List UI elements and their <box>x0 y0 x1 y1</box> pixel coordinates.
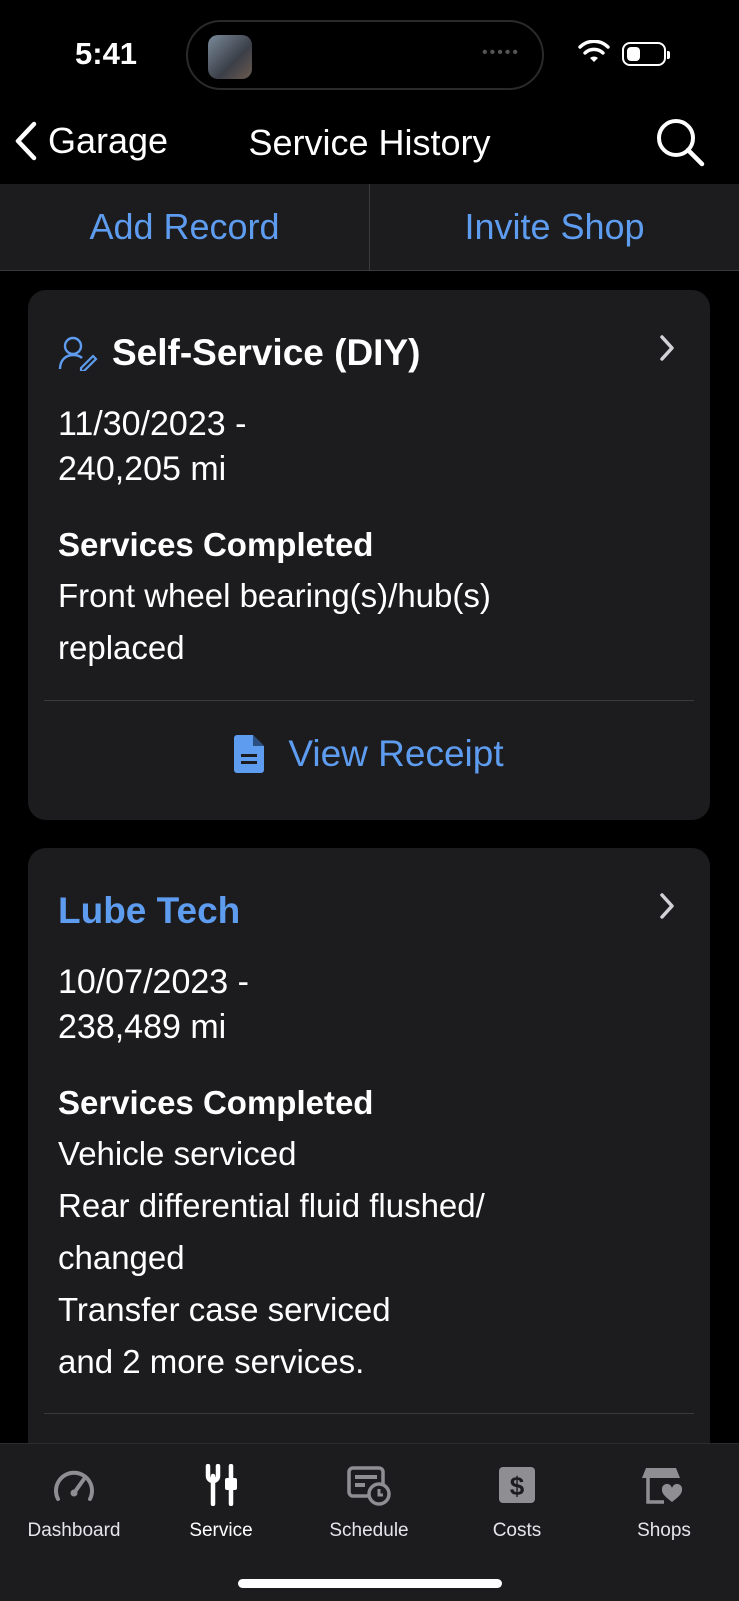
add-record-button[interactable]: Add Record <box>0 184 369 270</box>
status-bar: 5:41 ••••• <box>0 0 739 110</box>
chevron-right-icon <box>660 893 674 919</box>
record-header: Lube Tech <box>58 890 240 932</box>
person-icon <box>58 336 98 371</box>
service-item: Vehicle serviced <box>58 1135 297 1172</box>
services-title: Services Completed <box>58 1084 374 1121</box>
audio-waveform-icon: ••••• <box>481 44 520 61</box>
tab-schedule[interactable]: Schedule <box>295 1462 443 1542</box>
battery-icon <box>622 42 670 66</box>
services-list: Vehicle serviced Rear differential fluid… <box>58 1128 485 1388</box>
tab-costs[interactable]: $ Costs <box>443 1462 591 1542</box>
svg-text:$: $ <box>510 1471 525 1501</box>
card-divider <box>44 700 694 701</box>
action-bar: Add Record Invite Shop <box>0 184 739 271</box>
chevron-right-icon <box>660 335 674 361</box>
tab-service[interactable]: Service <box>147 1462 295 1542</box>
card-divider <box>44 1413 694 1414</box>
service-item: Transfer case serviced <box>58 1291 391 1328</box>
speedometer-icon <box>54 1470 94 1501</box>
tab-label: Costs <box>492 1520 542 1541</box>
tab-dashboard[interactable]: Dashboard <box>0 1462 148 1542</box>
record-mileage: 240,205 mi <box>58 450 227 488</box>
tab-label: Schedule <box>329 1520 409 1541</box>
page-title: Service History <box>248 122 491 163</box>
home-indicator[interactable] <box>238 1579 502 1588</box>
service-record-card[interactable]: Self-Service (DIY) 11/30/2023 - 240,205 … <box>28 290 710 820</box>
tab-shops[interactable]: Shops <box>590 1462 738 1542</box>
service-item: Front wheel bearing(s)/hub(s) <box>58 577 491 614</box>
tools-icon <box>205 1464 237 1506</box>
status-time: 5:41 <box>75 36 138 71</box>
dynamic-island: ••••• <box>186 20 544 90</box>
record-date: 11/30/2023 - 240,205 mi <box>58 402 246 492</box>
record-date: 10/07/2023 - 238,489 mi <box>58 960 249 1050</box>
record-date-line: 10/07/2023 - <box>58 963 249 1001</box>
tab-label: Service <box>189 1520 253 1541</box>
services-title: Services Completed <box>58 526 374 563</box>
tab-label: Dashboard <box>27 1520 121 1541</box>
service-item: and 2 more services. <box>58 1343 365 1380</box>
services-list: Front wheel bearing(s)/hub(s) replaced <box>58 570 491 674</box>
wifi-icon <box>578 40 610 62</box>
dollar-icon: $ <box>499 1467 535 1503</box>
tab-bar: Dashboard Service Schedule $ Costs Shops <box>0 1443 739 1601</box>
invite-shop-button[interactable]: Invite Shop <box>370 184 739 270</box>
record-header: Self-Service (DIY) <box>58 332 420 374</box>
service-item: replaced <box>58 629 185 666</box>
record-provider: Self-Service (DIY) <box>112 332 421 373</box>
service-item: changed <box>58 1239 185 1276</box>
now-playing-artwork <box>208 35 252 79</box>
document-icon <box>234 735 265 773</box>
view-receipt-button[interactable]: View Receipt <box>28 722 710 786</box>
shop-heart-icon <box>642 1468 683 1504</box>
search-icon[interactable] <box>654 116 706 168</box>
tab-label: Shops <box>637 1520 691 1541</box>
service-item: Rear differential fluid flushed/ <box>58 1187 485 1224</box>
schedule-icon <box>347 1466 391 1506</box>
service-record-card[interactable]: Lube Tech 10/07/2023 - 238,489 mi Servic… <box>28 848 710 1468</box>
navigation-bar: Garage Service History <box>0 110 739 184</box>
shop-name-link[interactable]: Lube Tech <box>58 890 240 932</box>
record-date-line: 11/30/2023 - <box>58 405 247 443</box>
record-mileage: 238,489 mi <box>58 1008 227 1046</box>
view-receipt-label: View Receipt <box>288 733 504 774</box>
